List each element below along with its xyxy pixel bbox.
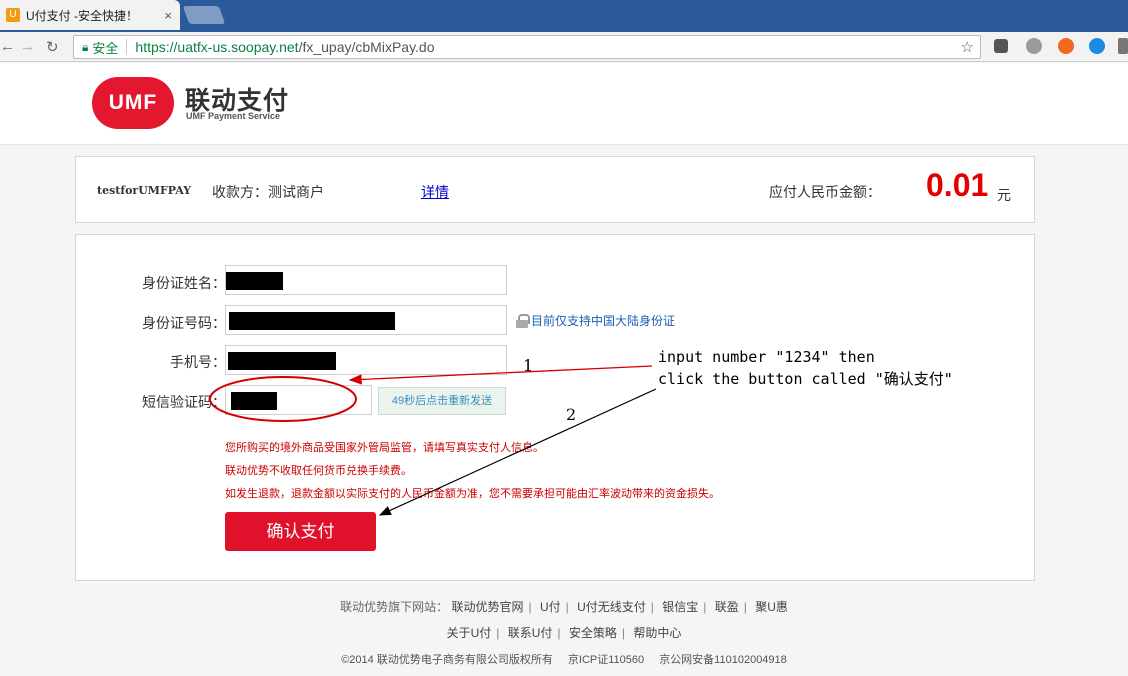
merchant-info-box: testforUMFPAY 收款方：测试商户 详情 应付人民币金额： 0.01 …	[75, 156, 1035, 223]
brand-name-en: UMF Payment Service	[186, 111, 281, 121]
browser-toolbar: ← → ↻ 🔒︎ 安全 https://uatfx-us.soopay.net/…	[0, 32, 1128, 62]
footer-site-link[interactable]: 银信宝	[662, 600, 698, 614]
footer-links: 关于U付 | 联系U付 | 安全策略 | 帮助中心	[446, 626, 682, 640]
annotation-step-1: 1	[523, 356, 534, 375]
padlock-icon	[516, 313, 530, 328]
footer-link[interactable]: 关于U付	[447, 626, 492, 640]
address-bar[interactable]: 🔒︎ 安全 https://uatfx-us.soopay.net/fx_upa…	[73, 35, 981, 59]
extension-globe-icon[interactable]	[1026, 38, 1042, 54]
footer-site-link[interactable]: U付无线支付	[577, 600, 646, 614]
menu-icon[interactable]	[1118, 38, 1128, 54]
footer-sites: 联动优势旗下网站： 联动优势官网 | U付 | U付无线支付 | 银信宝 | 联盈 | 聚…	[340, 600, 788, 614]
footer-site-link[interactable]: 聚U惠	[755, 600, 788, 614]
police-record: 京公网安备110102004918	[659, 654, 787, 666]
umf-logo: UMF	[92, 77, 174, 129]
phone-label: 手机号：	[170, 354, 226, 370]
id-number-label: 身份证号码：	[142, 315, 226, 331]
omnibox-separator	[126, 39, 128, 55]
notice-line: 联动优势不收取任何货币兑换手续费。	[225, 465, 412, 477]
sms-code-input[interactable]	[225, 385, 372, 415]
site-favicon-icon: U	[6, 8, 20, 22]
secure-label: 安全	[92, 40, 119, 56]
detail-link[interactable]: 详情	[421, 182, 449, 202]
url-path: /fx_upay/cbMixPay.do	[298, 39, 435, 55]
extension-video-icon[interactable]	[1089, 38, 1105, 54]
id-name-input[interactable]	[225, 265, 507, 295]
footer-sites-lead: 联动优势旗下网站：	[340, 600, 449, 614]
back-arrow-icon[interactable]: ←	[0, 38, 15, 55]
id-support-tip: 目前仅支持中国大陆身份证	[516, 312, 675, 329]
annotation-instruction-line2: click the button called "确认支付"	[658, 370, 953, 388]
resend-sms-button[interactable]: 49秒后点击重新发送	[378, 387, 506, 415]
payee-label: 收款方：测试商户	[212, 184, 324, 200]
annotation-step-2: 2	[566, 405, 577, 424]
redaction-mask	[231, 392, 277, 410]
id-support-tip-text: 目前仅支持中国大陆身份证	[531, 314, 676, 328]
extension-orange-icon[interactable]	[1058, 38, 1074, 54]
footer-link[interactable]: 安全策略	[569, 626, 617, 640]
url-text[interactable]: https://uatfx-us.soopay.net/fx_upay/cbMi…	[135, 39, 434, 55]
lock-icon: 🔒︎	[82, 39, 89, 54]
tab-title: U付支付 -安全快捷！	[26, 8, 138, 23]
new-tab-button[interactable]	[182, 6, 226, 24]
confirm-payment-button[interactable]: 确认支付	[225, 512, 376, 551]
forward-arrow-icon[interactable]: →	[20, 38, 35, 55]
amount-value: 0.01	[926, 167, 989, 203]
sms-code-label: 短信验证码：	[142, 394, 226, 410]
browser-tab-strip: U U付支付 -安全快捷！ ×	[0, 0, 1128, 32]
footer-copyright: ©2014 联动优势电子商务有限公司版权所有 京ICP证110560 京公网安备…	[0, 651, 1128, 667]
currency-unit: 元	[997, 187, 1011, 203]
reload-icon[interactable]: ↻	[46, 38, 59, 56]
notice-line: 如发生退款，退款金额以实际支付的人民币金额为准，您不需要承担可能由汇率波动带来的…	[225, 488, 720, 500]
extension-bug-icon[interactable]	[994, 39, 1008, 53]
copyright-text: ©2014 联动优势电子商务有限公司版权所有	[341, 654, 553, 666]
id-name-label: 身份证姓名：	[142, 275, 226, 291]
payment-form: 身份证姓名： 身份证号码： 目前仅支持中国大陆身份证 手机号： 短信验证码： 4…	[75, 234, 1035, 581]
annotation-instruction-line1: input number "1234" then	[658, 348, 875, 366]
footer-link[interactable]: 联系U付	[508, 626, 553, 640]
redaction-mask	[228, 352, 336, 370]
notice-line: 您所购买的境外商品受国家外管局监管，请填写真实支付人信息。	[225, 442, 544, 454]
icp-license: 京ICP证110560	[567, 654, 645, 666]
redaction-mask	[229, 312, 395, 330]
merchant-id: testforUMFPAY	[97, 184, 192, 197]
footer-site-link[interactable]: 联盈	[715, 600, 739, 614]
bookmark-star-icon[interactable]: ☆	[961, 38, 974, 56]
id-number-input[interactable]	[225, 305, 507, 335]
phone-input[interactable]	[225, 345, 507, 375]
footer-site-link[interactable]: U付	[540, 600, 561, 614]
amount-label: 应付人民币金额：	[769, 184, 881, 200]
tab-close-icon[interactable]: ×	[164, 8, 172, 23]
redaction-mask	[226, 272, 283, 290]
footer-link[interactable]: 帮助中心	[633, 626, 681, 640]
footer-site-link[interactable]: 联动优势官网	[451, 600, 523, 614]
url-host: https://uatfx-us.soopay.net	[135, 39, 299, 55]
site-header: UMF 联动支付 UMF Payment Service	[0, 63, 1128, 145]
browser-tab[interactable]: U U付支付 -安全快捷！ ×	[0, 0, 180, 30]
